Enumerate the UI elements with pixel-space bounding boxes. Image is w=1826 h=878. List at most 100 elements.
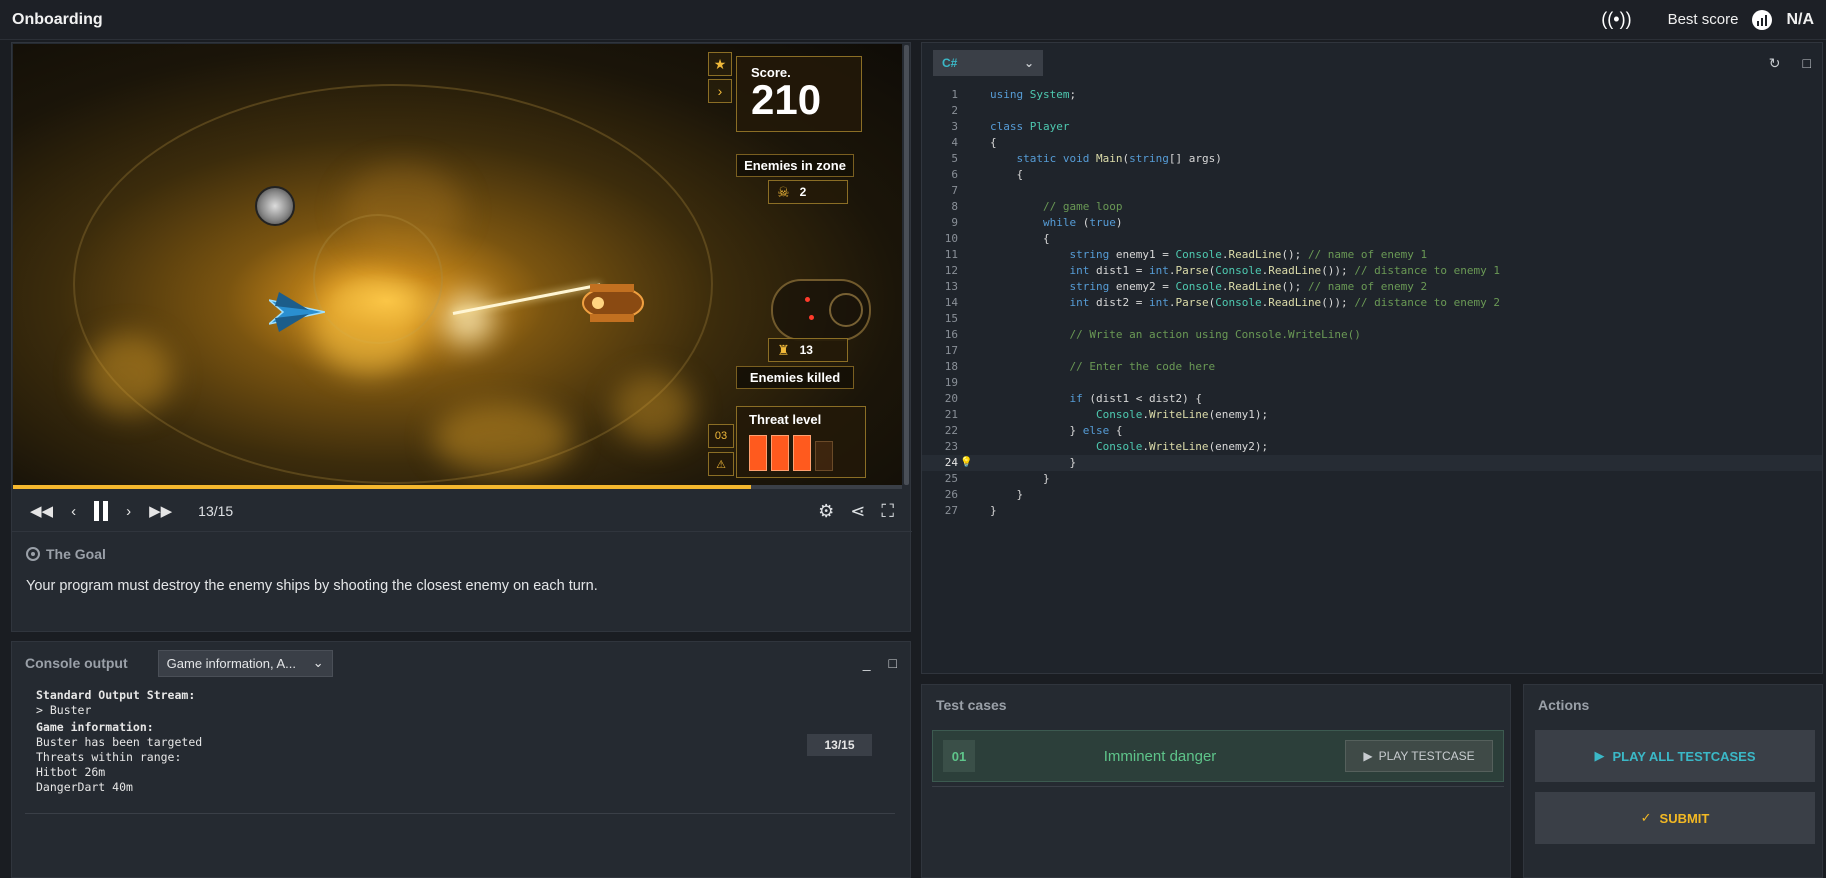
code-line[interactable]: 3 class Player	[922, 119, 1822, 135]
code-line[interactable]: 2	[922, 103, 1822, 119]
share-icon[interactable]: ⋖	[850, 501, 865, 522]
language-select[interactable]: C# ⌄	[933, 50, 1043, 76]
line-number: 23	[944, 440, 958, 453]
code-line[interactable]: 16 // Write an action using Console.Writ…	[922, 327, 1822, 343]
code-line[interactable]: 1 using System;	[922, 87, 1822, 103]
code-line[interactable]: 20 if (dist1 < dist2) {	[922, 391, 1822, 407]
code-text: }	[990, 456, 1077, 469]
code-text: {	[990, 232, 1050, 245]
best-score-label: Best score	[1667, 11, 1739, 28]
maximize-icon[interactable]: □	[889, 655, 897, 671]
code-line[interactable]: 15	[922, 311, 1822, 327]
code-text: if (dist1 < dist2) {	[1069, 392, 1202, 405]
console-divider	[25, 813, 895, 814]
play-all-testcases-button[interactable]: ▶ PLAY ALL TESTCASES	[1535, 730, 1815, 782]
code-text: }	[990, 504, 997, 517]
code-line[interactable]: 18 // Enter the code here	[922, 359, 1822, 375]
satellite-sprite	[255, 186, 295, 226]
reset-icon[interactable]: ↻	[1769, 55, 1781, 72]
pause-icon[interactable]	[94, 501, 109, 521]
threat-bar	[749, 435, 767, 471]
submit-label: SUBMIT	[1659, 810, 1710, 826]
gear-icon[interactable]: ⚙	[818, 501, 834, 522]
code-area[interactable]: 1 using System; 2 3 class Player 4{5 static v…	[922, 87, 1822, 519]
code-line[interactable]: 27}	[922, 503, 1822, 519]
code-line[interactable]: 22 } else {	[922, 423, 1822, 439]
code-line[interactable]: 5 static void Main(string[] args)	[922, 151, 1822, 167]
code-line[interactable]: 14 int dist2 = int.Parse(Console.ReadLin…	[922, 295, 1822, 311]
console-filter-value: Game information, A...	[166, 655, 296, 671]
stdout-line: > Buster	[36, 703, 92, 717]
threat-level-label: Threat level	[749, 412, 822, 427]
step-forward-icon[interactable]: ›	[126, 503, 131, 520]
threat-bar	[815, 441, 833, 471]
viewer-scrollbar[interactable]	[904, 45, 909, 485]
code-line[interactable]: 9 while (true)	[922, 215, 1822, 231]
line-number: 22	[944, 424, 958, 437]
code-line[interactable]: 21 Console.WriteLine(enemy1);	[922, 407, 1822, 423]
line-number: 17	[944, 344, 958, 357]
code-text: static void Main(string[] args)	[1016, 152, 1222, 165]
code-line[interactable]: 17	[922, 343, 1822, 359]
fast-forward-icon[interactable]: ▶▶	[149, 502, 172, 520]
lightbulb-icon[interactable]: 💡	[960, 455, 972, 471]
submit-button[interactable]: ✓ SUBMIT	[1535, 792, 1815, 844]
console-filter-select[interactable]: Game information, A... ⌄	[157, 649, 333, 677]
top-bar: Onboarding ((•)) Best score N/A	[0, 0, 1826, 40]
enemies-in-zone-value: 2	[799, 185, 807, 199]
code-line[interactable]: 7	[922, 183, 1822, 199]
code-line[interactable]: 23 Console.WriteLine(enemy2);	[922, 439, 1822, 455]
code-line[interactable]: 19	[922, 375, 1822, 391]
line-number: 13	[944, 280, 958, 293]
code-line[interactable]: 26 }	[922, 487, 1822, 503]
replay-progress-bar[interactable]	[13, 485, 902, 489]
score-box: Score. 210	[736, 56, 862, 132]
actions-panel: Actions ▶ PLAY ALL TESTCASES ✓ SUBMIT	[1523, 684, 1823, 878]
line-number: 5	[951, 152, 958, 165]
play-testcase-button[interactable]: ▶ PLAY TESTCASE	[1345, 740, 1493, 772]
game-canvas[interactable]: ★ › Score. 210 Enemies in zone ☠ 2 ♜ 13 …	[13, 44, 902, 487]
testcase-row[interactable]: 01 Imminent danger ▶ PLAY TESTCASE	[932, 730, 1504, 782]
enemies-killed-value: 13	[799, 343, 813, 357]
maximize-icon[interactable]: □	[1803, 55, 1811, 72]
code-line[interactable]: 8 // game loop	[922, 199, 1822, 215]
code-line[interactable]: 25 }	[922, 471, 1822, 487]
code-line[interactable]: 11 string enemy1 = Console.ReadLine(); /…	[922, 247, 1822, 263]
goal-text: Your program must destroy the enemy ship…	[26, 578, 598, 594]
code-line[interactable]: 13 string enemy2 = Console.ReadLine(); /…	[922, 279, 1822, 295]
play-testcase-label: PLAY TESTCASE	[1378, 749, 1475, 763]
rewind-icon[interactable]: ◀◀	[30, 502, 53, 520]
threat-level-code: 03	[708, 424, 734, 448]
line-number: 4	[951, 136, 958, 149]
code-line[interactable]: 4{	[922, 135, 1822, 151]
line-number: 10	[944, 232, 958, 245]
replay-controls: ◀◀ ‹ › ▶▶ 13/15 ⚙ ⋖ ⛶	[12, 491, 912, 531]
replay-progress-fill	[13, 485, 751, 489]
threat-bars	[749, 433, 853, 471]
line-number: 24	[944, 456, 958, 469]
chevron-down-icon: ⌄	[312, 655, 324, 670]
code-line[interactable]: 10 {	[922, 231, 1822, 247]
line-number: 11	[944, 248, 958, 261]
game-viewer-panel: ★ › Score. 210 Enemies in zone ☠ 2 ♜ 13 …	[11, 42, 912, 632]
code-text: {	[990, 168, 1024, 181]
fullscreen-icon[interactable]: ⛶	[881, 501, 894, 522]
testcase-number: 01	[943, 740, 975, 772]
step-back-icon[interactable]: ‹	[71, 503, 76, 520]
code-line[interactable]: 12 int dist1 = int.Parse(Console.ReadLin…	[922, 263, 1822, 279]
code-text: using System;	[990, 88, 1077, 101]
minimize-icon[interactable]: _	[863, 655, 871, 671]
check-icon: ✓	[1640, 810, 1652, 825]
enemies-in-zone-count: ☠ 2	[768, 180, 848, 204]
broadcast-icon[interactable]: ((•))	[1601, 9, 1631, 30]
line-number: 14	[944, 296, 958, 309]
code-text: Console.WriteLine(enemy1);	[1095, 408, 1269, 421]
code-line[interactable]: 6 {	[922, 167, 1822, 183]
code-line[interactable]: 24 💡 }	[922, 455, 1822, 471]
chevron-down-icon: ⌄	[1023, 56, 1034, 70]
goal-section: The Goal Your program must destroy the e…	[12, 531, 912, 631]
enemies-killed-label: Enemies killed	[736, 366, 854, 389]
